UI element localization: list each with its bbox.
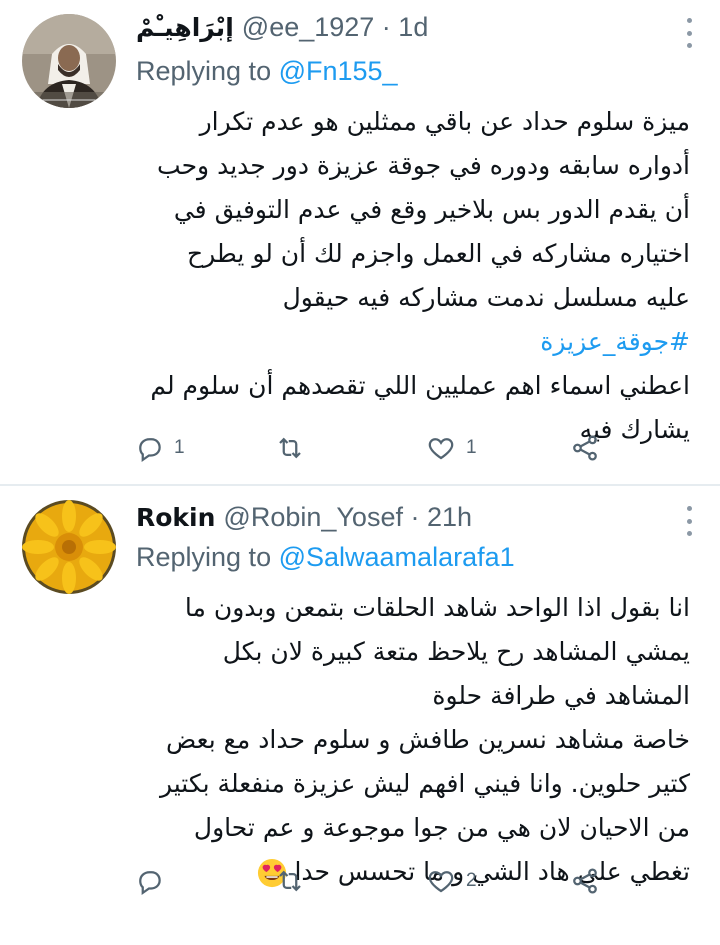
- share-icon: [573, 868, 597, 894]
- replying-prefix: Replying to: [136, 542, 279, 572]
- share-icon: [573, 435, 597, 461]
- display-name[interactable]: إبْرَاهِيـْمْ: [136, 13, 234, 42]
- tweet-line: انا بقول اذا الواحد شاهد الحلقات بتمعن و…: [184, 593, 690, 622]
- replying-mention[interactable]: @Fn155_: [279, 56, 398, 86]
- tweet-line: أدواره سابقه ودوره في جوقة عزيزة دور جدي…: [157, 151, 690, 180]
- tweet[interactable]: Rokin @Robin_Yosef · 21h Replying to @Sa…: [0, 486, 720, 945]
- tweet-line: من الاحيان لان هي من جوا موجوعة و عم تحا…: [193, 813, 690, 842]
- like-button[interactable]: 1: [426, 428, 477, 468]
- tweet-line: خاصة مشاهد نسرين طافش و سلوم حداد مع بعض: [166, 725, 690, 754]
- replying-to: Replying to @Salwaamalarafa1: [136, 542, 515, 578]
- replying-mention[interactable]: @Salwaamalarafa1: [279, 542, 515, 572]
- like-icon: [428, 871, 454, 893]
- reply-count: 1: [174, 437, 185, 458]
- replying-prefix: Replying to: [136, 56, 279, 86]
- tweet-line: المشاهد في طرافة حلوة: [432, 681, 690, 710]
- share-button[interactable]: [570, 428, 600, 468]
- like-count: 1: [466, 437, 477, 458]
- tweet-line: أن يقدم الدور بس بلاخير وقع في عدم التوف…: [173, 195, 690, 224]
- tweet-line: ميزة سلوم حداد عن باقي ممثلين هو عدم تكر…: [199, 107, 690, 136]
- handle-and-time[interactable]: @ee_1927 · 1d: [242, 12, 429, 43]
- like-button[interactable]: 2: [426, 861, 477, 901]
- handle-and-time[interactable]: @Robin_Yosef · 21h: [223, 502, 472, 533]
- tweet[interactable]: إبْرَاهِيـْمْ @ee_1927 · 1d Replying to …: [0, 0, 720, 484]
- tweet-text: انا بقول اذا الواحد شاهد الحلقات بتمعن و…: [120, 586, 690, 894]
- action-bar: 1 1: [134, 428, 614, 468]
- tweet-header: Rokin @Robin_Yosef · 21h: [136, 497, 660, 537]
- tweet-line: اختياره مشاركه في العمل واجزم لك أن لو ي…: [186, 239, 690, 268]
- tweet-line: كتير حلوين. وانا فيني افهم ليش عزيزة منف…: [159, 769, 690, 798]
- tweet-line: يمشي المشاهد رح يلاحظ متعة كبيرة لان بكل: [222, 637, 690, 666]
- tweet-line: اعطني اسماء اهم عمليين اللي تقصدهم أن سل…: [150, 371, 690, 400]
- share-button[interactable]: [570, 861, 600, 901]
- display-name[interactable]: Rokin: [136, 503, 215, 532]
- replying-to: Replying to @Fn155_: [136, 56, 398, 92]
- reply-icon: [139, 871, 161, 896]
- avatar[interactable]: [22, 500, 116, 594]
- tweet-text: ميزة سلوم حداد عن باقي ممثلين هو عدم تكر…: [120, 100, 690, 452]
- tweet-header: إبْرَاهِيـْمْ @ee_1927 · 1d: [136, 10, 660, 44]
- hashtag-link[interactable]: #جوقة_عزيزة: [120, 320, 690, 364]
- retweet-button[interactable]: [274, 861, 316, 901]
- more-icon[interactable]: [682, 18, 696, 48]
- tweet-line: عليه مسلسل ندمت مشاركه فيه حيقول: [282, 283, 690, 312]
- avatar[interactable]: [22, 14, 116, 108]
- reply-button[interactable]: [134, 861, 174, 901]
- reply-icon: [139, 438, 161, 463]
- more-icon[interactable]: [682, 506, 696, 536]
- like-count: 2: [466, 870, 477, 891]
- action-bar: 2: [134, 861, 614, 901]
- retweet-button[interactable]: [274, 428, 316, 468]
- like-icon: [428, 438, 454, 460]
- retweet-icon: [279, 437, 301, 459]
- reply-button[interactable]: 1: [134, 428, 185, 468]
- retweet-icon: [279, 870, 301, 892]
